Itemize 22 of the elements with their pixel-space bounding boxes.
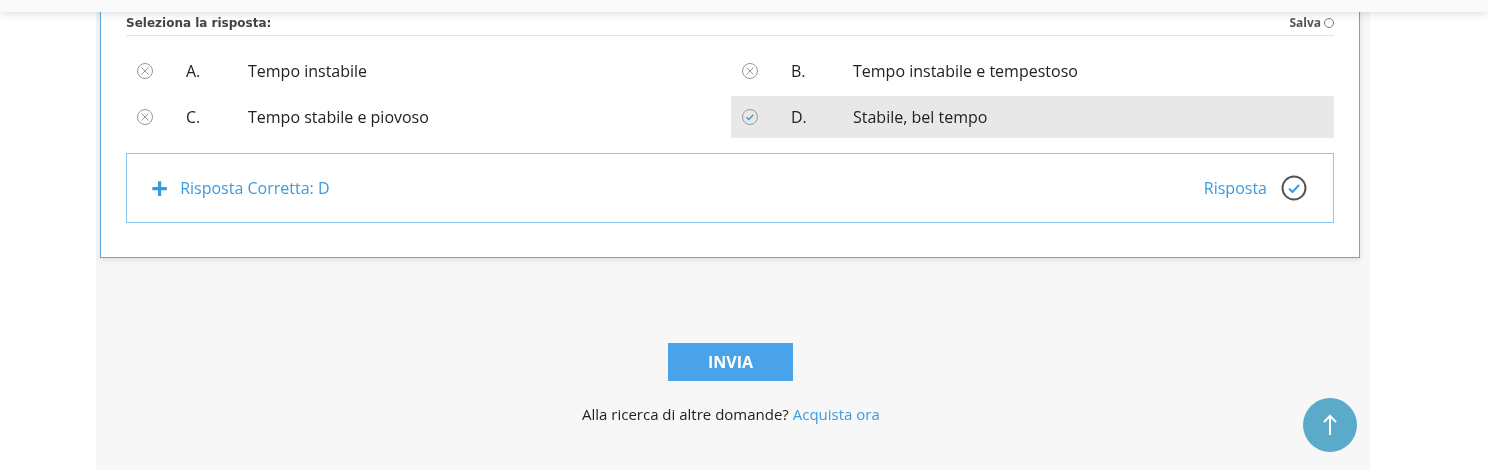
- answer-option[interactable]: A. Tempo instabile: [126, 50, 729, 92]
- option-text: Stabile, bel tempo: [853, 105, 988, 129]
- option-letter: B.: [791, 59, 807, 83]
- option-letter: C.: [186, 105, 202, 129]
- option-text: Tempo instabile: [248, 59, 368, 83]
- answer-label: Risposta: [1203, 176, 1267, 200]
- cross-circle-icon: [136, 62, 154, 80]
- answer-option[interactable]: B. Tempo instabile e tempestoso: [731, 50, 1334, 92]
- option-letter: D.: [791, 105, 808, 129]
- cross-circle-icon: [136, 108, 154, 126]
- answer-option[interactable]: C. Tempo stabile e piovoso: [126, 96, 729, 138]
- check-circle-icon: [741, 108, 759, 126]
- save-label: Salva: [1289, 13, 1321, 32]
- option-letter: A.: [186, 59, 202, 83]
- footer-text: Alla ricerca di altre domande? Acquista ora: [582, 403, 880, 426]
- option-text: Tempo stabile e piovoso: [248, 105, 429, 129]
- cross-circle-icon: [741, 62, 759, 80]
- check-circle-icon: [1281, 175, 1307, 201]
- option-text: Tempo instabile e tempestoso: [853, 59, 1078, 83]
- up-arrow-icon: [1322, 414, 1338, 436]
- prompt-label: Seleziona la risposta:: [126, 14, 272, 32]
- answer-option[interactable]: D. Stabile, bel tempo: [731, 96, 1334, 138]
